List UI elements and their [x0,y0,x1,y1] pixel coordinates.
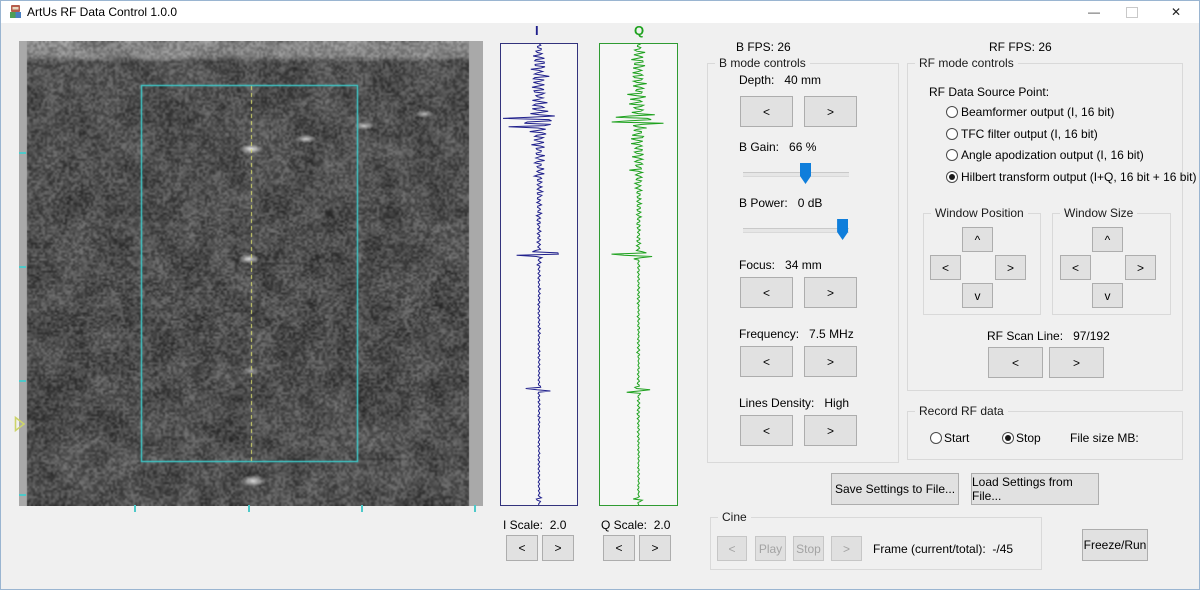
radio-hilbert-transform-output[interactable] [946,171,958,183]
q-scale-label: Q Scale: 2.0 [601,518,670,532]
window-size-left-button[interactable]: < [1060,255,1091,280]
ultrasound-image[interactable] [19,41,483,506]
minimize-button[interactable]: — [1077,1,1111,23]
lines-density-decrease-button[interactable]: < [740,415,793,446]
radio-record-start-label[interactable]: Start [944,431,969,445]
b-gain-slider-track[interactable] [743,172,849,177]
app-icon [8,4,23,19]
q-waveform [600,44,677,505]
depth-tick [19,494,26,496]
i-scale-value: 2.0 [550,518,567,532]
radio-record-start[interactable] [930,432,942,444]
depth-tick [19,152,26,154]
width-tick [474,505,476,512]
width-tick [248,505,250,512]
frequency-increase-button[interactable]: > [804,346,857,377]
rf-data-source-label: RF Data Source Point: [929,85,1049,99]
q-plot [599,43,678,506]
window-position-label: Window Position [931,206,1028,220]
q-scale-increase-button[interactable]: > [639,535,671,561]
save-settings-button[interactable]: Save Settings to File... [831,473,959,505]
depth-label: Depth: 40 mm [739,73,821,87]
depth-tick [19,266,26,268]
b-mode-group-label: B mode controls [715,56,810,70]
window-position-up-button[interactable]: ^ [962,227,993,252]
focus-label: Focus: 34 mm [739,258,822,272]
window-size-right-button[interactable]: > [1125,255,1156,280]
frame-value: -/45 [992,542,1013,556]
cine-stop-button[interactable]: Stop [793,536,824,561]
lines-density-value: High [824,396,849,410]
title-bar: ArtUs RF Data Control 1.0.0 — ✕ [1,1,1199,23]
q-scale-value: 2.0 [654,518,671,532]
q-scale-decrease-button[interactable]: < [603,535,635,561]
frequency-label: Frequency: 7.5 MHz [739,327,854,341]
rf-scan-line-value: 97/192 [1073,329,1110,343]
i-plot [500,43,578,506]
b-fps-label: B FPS: 26 [736,40,791,54]
radio-angle-apodization-output[interactable] [946,149,958,161]
width-tick [361,505,363,512]
focus-increase-button[interactable]: > [804,277,857,308]
window-size-up-button[interactable]: ^ [1092,227,1123,252]
radio-tfc-filter-output-label[interactable]: TFC filter output (I, 16 bit) [961,127,1098,141]
lines-density-increase-button[interactable]: > [804,415,857,446]
focus-value: 34 mm [785,258,822,272]
depth-value: 40 mm [784,73,821,87]
b-gain-value: 66 % [789,140,816,154]
rf-fps-label: RF FPS: 26 [989,40,1052,54]
record-rf-data-label: Record RF data [915,404,1008,418]
window-position-down-button[interactable]: v [962,283,993,308]
window-size-down-button[interactable]: v [1092,283,1123,308]
width-tick [134,505,136,512]
load-settings-button[interactable]: Load Settings from File... [971,473,1099,505]
b-power-slider-track[interactable] [743,228,849,233]
i-plot-title: I [535,23,539,38]
freeze-run-button[interactable]: Freeze/Run [1082,529,1148,561]
window-title: ArtUs RF Data Control 1.0.0 [27,5,177,19]
radio-hilbert-transform-output-label[interactable]: Hilbert transform output (I+Q, 16 bit + … [961,170,1196,184]
q-plot-title: Q [634,23,644,38]
i-scale-decrease-button[interactable]: < [506,535,538,561]
depth-tick [19,380,26,382]
i-scale-increase-button[interactable]: > [542,535,574,561]
i-scale-label: I Scale: 2.0 [503,518,566,532]
cine-prev-button[interactable]: < [717,536,747,561]
radio-angle-apodization-output-label[interactable]: Angle apodization output (I, 16 bit) [961,148,1144,162]
cine-play-button[interactable]: Play [755,536,786,561]
rf-mode-group-label: RF mode controls [915,56,1018,70]
app-window: ArtUs RF Data Control 1.0.0 — ✕ I Q I Sc… [0,0,1200,590]
rf-scan-line-label: RF Scan Line: 97/192 [987,329,1110,343]
rf-scan-line-decrease-button[interactable]: < [988,347,1043,378]
rf-scan-line-increase-button[interactable]: > [1049,347,1104,378]
maximize-button[interactable] [1115,1,1149,23]
window-size-label: Window Size [1060,206,1137,220]
close-button[interactable]: ✕ [1159,1,1193,23]
cine-group-label: Cine [718,510,751,524]
window-position-left-button[interactable]: < [930,255,961,280]
file-size-label: File size MB: [1070,431,1139,445]
window-position-right-button[interactable]: > [995,255,1026,280]
radio-record-stop[interactable] [1002,432,1014,444]
i-waveform [501,44,577,505]
lines-density-label: Lines Density: High [739,396,849,410]
focus-marker-icon [14,416,26,432]
focus-decrease-button[interactable]: < [740,277,793,308]
frequency-value: 7.5 MHz [809,327,854,341]
frame-label: Frame (current/total): -/45 [873,542,1013,556]
b-gain-label: B Gain: 66 % [739,140,816,154]
radio-record-stop-label[interactable]: Stop [1016,431,1041,445]
depth-increase-button[interactable]: > [804,96,857,127]
b-power-value: 0 dB [798,196,823,210]
maximize-icon [1126,7,1138,18]
cine-next-button[interactable]: > [831,536,862,561]
radio-beamformer-output-label[interactable]: Beamformer output (I, 16 bit) [961,105,1114,119]
radio-tfc-filter-output[interactable] [946,128,958,140]
frequency-decrease-button[interactable]: < [740,346,793,377]
depth-decrease-button[interactable]: < [740,96,793,127]
radio-beamformer-output[interactable] [946,106,958,118]
b-power-label: B Power: 0 dB [739,196,822,210]
